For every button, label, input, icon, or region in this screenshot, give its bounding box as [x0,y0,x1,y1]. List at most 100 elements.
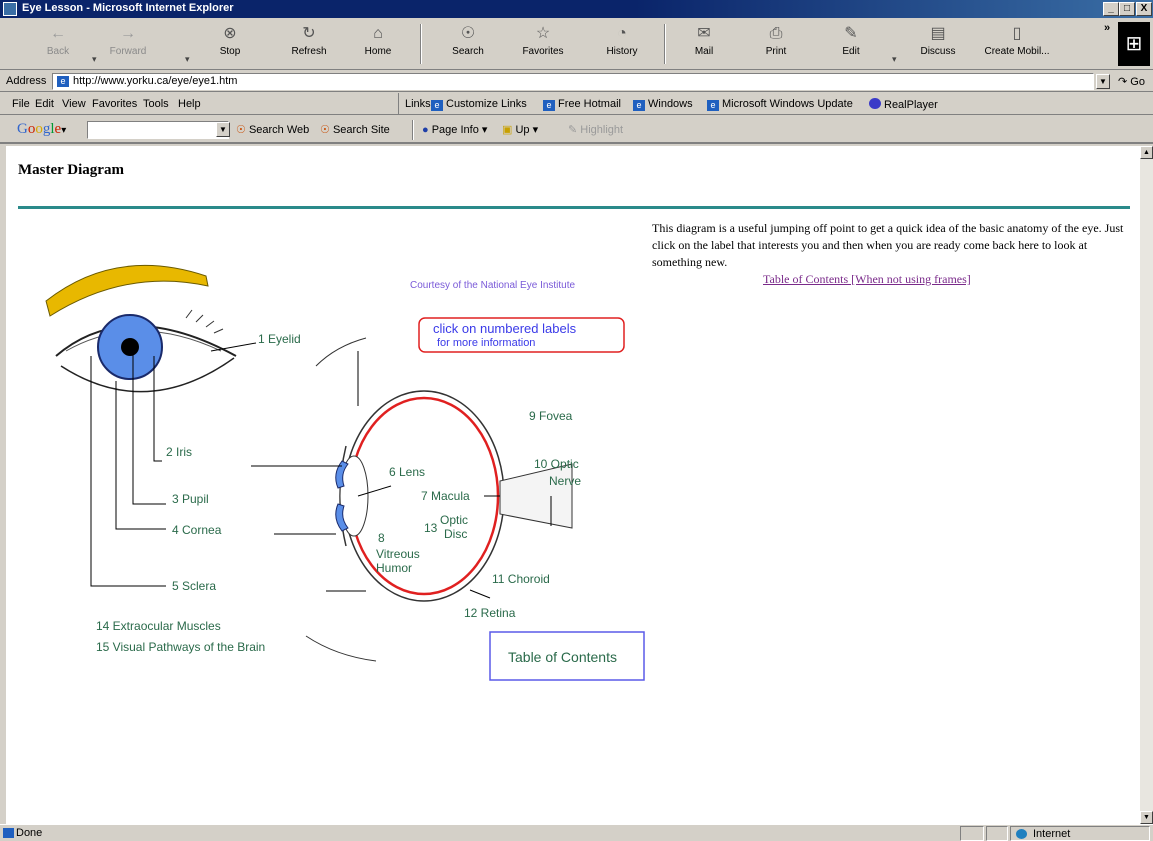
go-label: Go [1130,76,1145,88]
label-lens[interactable]: 6 Lens [389,465,425,479]
minimize-button[interactable]: _ [1103,2,1119,16]
vertical-scrollbar[interactable]: ▲ ▼ [1140,146,1153,824]
history-button[interactable]: ◔ History [600,22,644,66]
forward-button[interactable]: → Forward [102,22,154,66]
choroid-leader [469,589,491,599]
link-free-hotmail[interactable]: e Free Hotmail [543,98,621,111]
menu-edit[interactable]: Edit [35,98,54,110]
links-bar: Links e Customize Links e Free Hotmail e Wi… [398,93,938,115]
stop-button[interactable]: ⊗ Stop [210,22,250,66]
edit-icon: ✎ [844,25,858,42]
back-arrow-icon: ← [50,25,66,42]
stop-icon: ⊗ [223,25,237,42]
toolbar-chevron-icon[interactable]: » [1104,22,1110,34]
refresh-button[interactable]: ↻ Refresh [286,22,332,66]
google-search-dropdown-icon[interactable]: ▼ [216,122,230,137]
address-bar: Address e http://www.yorku.ca/eye/eye1.h… [0,71,1153,92]
google-logo[interactable]: Google▾ [17,121,66,138]
link-customize-links[interactable]: e Customize Links [431,98,527,111]
edit-button[interactable]: ✎ Edit [836,22,866,66]
print-button[interactable]: ⎙ Print [758,22,794,66]
label-cornea[interactable]: 4 Cornea [172,523,222,537]
label-iris[interactable]: 2 Iris [166,445,192,459]
link-label: Free Hotmail [558,98,621,110]
mail-button[interactable]: ✉ Mail [684,22,724,66]
label-visual-pathways[interactable]: 15 Visual Pathways of the Brain [96,640,265,654]
close-button[interactable]: X [1136,2,1152,16]
page-info-button[interactable]: ● Page Info ▾ [422,123,487,136]
forward-dropdown-icon[interactable]: ▾ [185,54,190,65]
back-dropdown-icon[interactable]: ▾ [92,54,97,65]
label-fovea[interactable]: 9 Fovea [529,409,573,423]
label-optic-nerve-1[interactable]: 10 Optic [534,457,579,471]
toolbar-separator [664,24,666,64]
edit-dropdown-icon[interactable]: ▾ [892,54,897,65]
search-site-button[interactable]: ☉ Search Site [320,123,390,136]
address-dropdown-icon[interactable]: ▼ [1096,74,1110,89]
address-input[interactable]: e http://www.yorku.ca/eye/eye1.htm [52,73,1094,90]
menu-tools[interactable]: Tools [143,98,169,110]
go-arrow-icon: ↷ [1118,76,1128,88]
go-button[interactable]: ↷ Go [1118,75,1145,88]
home-button[interactable]: ⌂ Home [358,22,398,66]
mail-label: Mail [694,46,714,57]
highlighter-icon: ✎ [568,124,578,136]
highlight-button[interactable]: ✎ Highlight [568,123,623,136]
google-toolbar: Google▾ ▼ ☉ Search Web ☉ Search Site ● P… [0,116,1153,144]
discuss-button[interactable]: ▤ Discuss [916,22,960,66]
google-menu-chevron-icon: ▾ [61,125,67,136]
label-sclera[interactable]: 5 Sclera [172,579,216,593]
ie-page-icon [3,828,14,838]
label-vitreous-1[interactable]: Vitreous [376,547,420,561]
search-button[interactable]: ☉ Search [446,22,490,66]
search-icon: ☉ [460,25,476,42]
create-mobile-label: Create Mobil... [984,46,1050,57]
label-vitreous-2[interactable]: Humor [376,561,412,575]
eyebrow [45,264,209,317]
search-web-button[interactable]: ☉ Search Web [236,123,309,136]
link-windows[interactable]: e Windows [633,98,693,111]
history-icon: ◔ [617,25,627,42]
link-windows-update[interactable]: e Microsoft Windows Update [707,98,853,111]
status-text: Done [16,827,43,839]
label-optic-disc-2[interactable]: Disc [444,527,467,541]
label-optic-nerve-2[interactable]: Nerve [549,474,581,488]
label-retina[interactable]: 12 Retina [464,606,516,620]
up-button[interactable]: ▣ Up ▾ [502,123,538,136]
label-pupil[interactable]: 3 Pupil [172,492,209,506]
toc-button[interactable]: Table of Contents [508,649,617,665]
link-realplayer[interactable]: RealPlayer [869,98,938,111]
maximize-button[interactable]: □ [1119,2,1135,16]
label-vitreous-num[interactable]: 8 [378,531,385,545]
google-logo-letter: G [17,121,28,137]
search-label: Search [452,46,484,57]
label-optic-disc-num[interactable]: 13 [424,521,438,535]
label-choroid[interactable]: 11 Choroid [492,572,550,586]
menu-help[interactable]: Help [178,98,201,110]
ie-page-icon: e [633,100,645,111]
page-content: Master Diagram Courtesy of the National … [6,146,1140,824]
menu-file[interactable]: File [12,98,30,110]
toolbar-separator [412,120,414,140]
create-mobile-button[interactable]: ▯ Create Mobil... [980,22,1054,66]
label-extraocular-muscles[interactable]: 14 Extraocular Muscles [96,619,221,633]
search-web-label: Search Web [248,124,310,136]
favorites-button[interactable]: ☆ Favorites [516,22,570,66]
link-label: Windows [648,98,693,110]
forward-arrow-icon: → [120,25,136,42]
scroll-up-icon[interactable]: ▲ [1140,146,1153,159]
scroll-down-icon[interactable]: ▼ [1140,811,1153,824]
back-button[interactable]: ← Back [38,22,78,66]
toc-link[interactable]: Table of Contents [When not using frames… [763,272,971,287]
links-label: Links [405,98,431,110]
label-eyelid[interactable]: 1 Eyelid [258,332,301,346]
menu-favorites[interactable]: Favorites [92,98,137,110]
favorites-folder-icon: ☆ [535,25,551,42]
google-search-input[interactable] [87,121,229,139]
label-optic-disc-1[interactable]: Optic [440,513,468,527]
standard-toolbar: ← Back ▾ → Forward ▾ ⊗ Stop ↻ Refresh ⌂ Home … [0,18,1153,70]
menu-view[interactable]: View [62,98,86,110]
label-macula[interactable]: 7 Macula [421,489,470,503]
toolbar-separator [420,24,422,64]
security-zone: Internet [1010,826,1150,841]
